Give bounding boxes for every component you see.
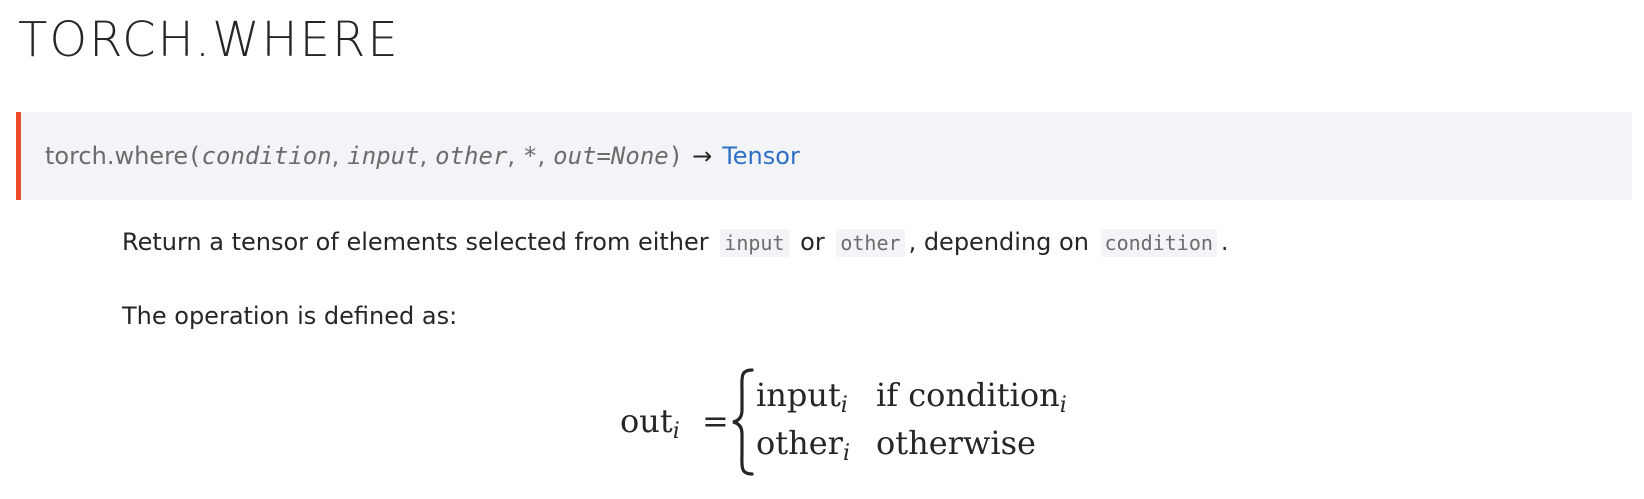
case-1-value: inputi — [756, 376, 848, 418]
case-2-value-sub: i — [842, 441, 851, 466]
case-1-value-var: input — [756, 376, 841, 414]
function-name: torch.where — [45, 142, 189, 170]
case-1-condition: if conditioni — [876, 376, 1067, 418]
case-2-value-var: other — [756, 424, 843, 462]
param-condition: condition — [201, 142, 332, 170]
param-star: * — [523, 142, 538, 170]
param-input: input — [347, 142, 420, 170]
inline-code-condition: condition — [1100, 229, 1217, 257]
function-signature: torch.where ( condition , input , other … — [16, 112, 1632, 200]
param-other: other — [435, 142, 508, 170]
formula-lhs-var: out — [620, 402, 673, 440]
open-paren: ( — [190, 142, 200, 170]
case-1-condition-text: if condition — [876, 376, 1060, 414]
case-1-condition-sub: i — [1059, 393, 1067, 418]
page-title: TORCH.WHERE — [18, 12, 400, 68]
return-type-link[interactable]: Tensor — [722, 142, 800, 170]
description-text: . — [1220, 228, 1229, 256]
case-2-condition: otherwise — [876, 424, 1036, 462]
description-text: , depending on — [908, 228, 1089, 256]
math-formula: outi = inputi if conditioni otheri other… — [620, 368, 1080, 484]
case-2-value: otheri — [756, 424, 850, 466]
param-separator: , — [331, 142, 340, 170]
param-separator: , — [507, 142, 516, 170]
close-paren: ) — [670, 142, 681, 170]
param-separator: , — [419, 142, 428, 170]
case-2-condition-text: otherwise — [876, 424, 1036, 462]
return-arrow-icon: → — [692, 142, 713, 170]
param-out: out=None — [553, 142, 669, 170]
definition-intro: The operation is defined as: — [122, 302, 458, 330]
formula-lhs: outi = — [620, 402, 729, 444]
inline-code-other: other — [836, 229, 905, 257]
description-text: Return a tensor of elements selected fro… — [122, 228, 709, 256]
formula-equals: = — [701, 402, 729, 440]
description: Return a tensor of elements selected fro… — [122, 222, 1229, 263]
param-separator: , — [537, 142, 546, 170]
case-1-value-sub: i — [840, 393, 848, 418]
left-brace-icon — [732, 368, 754, 476]
formula-lhs-sub: i — [672, 419, 680, 444]
inline-code-input: input — [720, 229, 789, 257]
description-text: or — [800, 228, 825, 256]
